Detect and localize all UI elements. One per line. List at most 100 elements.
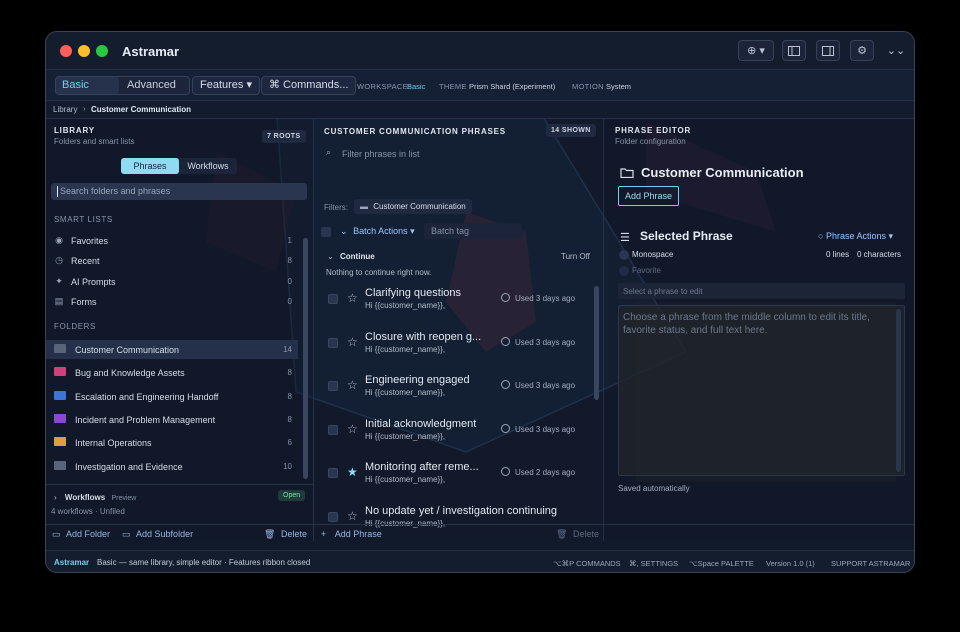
star-icon[interactable]: ☆ — [347, 336, 358, 348]
folder-label: Escalation and Engineering Handoff — [75, 391, 219, 402]
favorite-toggle[interactable] — [619, 266, 629, 276]
toggle-right-sidebar-button[interactable] — [816, 40, 840, 61]
folder-count: 8 — [287, 414, 292, 424]
star-icon[interactable]: ☆ — [347, 423, 358, 435]
support-link[interactable]: SUPPORT ASTRAMAR — [831, 559, 910, 568]
minimize-window-button[interactable] — [78, 45, 90, 57]
batch-tag-field[interactable]: Batch tag — [424, 223, 522, 239]
phrase-actions-label: Phrase Actions — [825, 231, 886, 241]
phrase-actions-button[interactable]: ○ Phrase Actions ▾ — [818, 231, 893, 242]
editor-heading: PHRASE EDITOR — [615, 126, 692, 135]
add-menu-button[interactable]: ⊕ ▾ — [738, 40, 774, 61]
star-icon[interactable]: ☆ — [347, 510, 358, 522]
phrase-checkbox[interactable] — [328, 337, 338, 348]
palette-shortcut[interactable]: ⌥Space PALETTE — [689, 559, 754, 568]
workflows-expander[interactable]: › Workflows Preview — [54, 493, 136, 502]
phrase-title-field[interactable]: Select a phrase to edit — [618, 283, 905, 299]
star-icon[interactable]: ☆ — [347, 292, 358, 304]
add-subfolder-button[interactable]: ▭ Add Subfolder — [122, 529, 193, 549]
star-icon[interactable]: ☆ — [347, 379, 358, 391]
settings-button[interactable]: ⚙ — [850, 40, 874, 61]
phrases-scrollbar[interactable] — [594, 286, 599, 400]
turn-off-button[interactable]: Turn Off — [561, 252, 590, 261]
monospace-toggle[interactable] — [619, 250, 629, 260]
smart-list-recent[interactable]: ◷ Recent 8 — [46, 252, 298, 270]
status-brand: Astramar — [54, 558, 90, 567]
tab-workflows[interactable]: Workflows — [179, 158, 237, 174]
more-menu-button[interactable]: ⌄⌄ — [884, 40, 908, 61]
smart-list-forms[interactable]: ▤ Forms 0 — [46, 293, 298, 311]
breadcrumb-current: Customer Communication — [91, 105, 192, 114]
selected-phrase-title: Selected Phrase — [640, 229, 733, 243]
phrase-checkbox[interactable] — [328, 468, 338, 479]
library-search-field[interactable]: Search folders and phrases — [51, 183, 307, 200]
chevron-down-icon[interactable]: ⌄ — [327, 252, 334, 261]
folder-plus-icon: ▭ — [52, 529, 61, 539]
phrase-row[interactable]: ☆ Initial acknowledgment Hi {{customer_nam… — [324, 410, 590, 454]
phrase-row[interactable]: ★ Monitoring after reme... Hi {{customer_n… — [324, 453, 590, 497]
batch-actions-button[interactable]: ⌄ Batch Actions ▾ — [340, 226, 415, 237]
phrase-row[interactable]: ☆ Clarifying questions Hi {{customer_name}… — [324, 279, 590, 323]
motion-label: MOTION — [572, 82, 604, 91]
mode-advanced-tab[interactable]: Advanced — [121, 77, 189, 94]
select-all-checkbox[interactable] — [321, 227, 331, 237]
folder-item[interactable]: Customer Communication 14 — [46, 340, 298, 359]
delete-folder-button[interactable]: 🗑 Delete — [264, 529, 307, 549]
library-scrollbar[interactable] — [303, 238, 308, 479]
clock-icon — [501, 293, 510, 302]
status-bar: Astramar Basic — same library, simple ed… — [46, 550, 914, 572]
motion-value: System — [606, 82, 632, 91]
folder-item[interactable]: Incident and Problem Management 8 — [46, 410, 298, 429]
add-phrase-button[interactable]: Add Phrase — [618, 186, 679, 206]
filter-chip-folder[interactable]: ▬ Customer Communication — [354, 199, 472, 214]
features-menu-button[interactable]: Features ▾ — [192, 76, 261, 95]
mode-basic-tab[interactable]: Basic — [56, 77, 119, 94]
tab-phrases[interactable]: Phrases — [121, 158, 179, 174]
smart-list-favorites[interactable]: ◉ Favorites 1 — [46, 232, 298, 250]
phrase-checkbox[interactable] — [328, 381, 338, 392]
star-icon[interactable]: ★ — [347, 466, 358, 478]
delete-phrase-button[interactable]: 🗑 Delete — [556, 529, 599, 549]
close-window-button[interactable] — [60, 45, 72, 57]
breadcrumb: Library › Customer Communication — [46, 101, 914, 119]
add-folder-button[interactable]: ▭ Add Folder — [52, 529, 110, 549]
phrase-checkbox[interactable] — [328, 512, 338, 522]
smart-list-ai-prompts[interactable]: ✦ AI Prompts 0 — [46, 273, 298, 291]
phrase-used-time: Used 3 days ago — [515, 294, 576, 303]
phrase-snippet: Hi {{customer_name}}, — [365, 388, 446, 398]
phrase-snippet: Hi {{customer_name}}, — [365, 431, 446, 441]
editor-scrollbar[interactable] — [896, 309, 901, 472]
phrase-checkbox[interactable] — [328, 424, 338, 435]
mode-segmented-control: Basic Advanced — [55, 76, 190, 95]
chevron-right-icon: › — [54, 493, 57, 502]
folder-item[interactable]: Escalation and Engineering Handoff 8 — [46, 387, 298, 406]
workflows-open-badge[interactable]: Open — [278, 490, 306, 501]
commands-button[interactable]: ⌘ Commands... — [261, 76, 357, 95]
sidebar-right-icon — [822, 45, 834, 56]
commands-shortcut[interactable]: ⌥⌘P COMMANDS — [553, 559, 621, 568]
folder-item[interactable]: Investigation and Evidence 10 — [46, 457, 298, 476]
add-phrase-footer-button[interactable]: + Add Phrase — [321, 529, 382, 549]
mode-ribbon: Basic Advanced Features ▾ ⌘ Commands... … — [46, 70, 914, 101]
trash-icon: 🗑 — [264, 529, 276, 539]
add-circle-icon: ⊕ ▾ — [747, 45, 765, 57]
phrase-row[interactable]: ☆ Closure with reopen g... Hi {{customer_n… — [324, 323, 590, 367]
folder-icon — [620, 168, 634, 178]
phrase-row[interactable]: ☆ Engineering engaged Hi {{customer_name}}… — [324, 366, 590, 410]
zoom-window-button[interactable] — [96, 45, 108, 57]
phrase-body-placeholder[interactable]: Choose a phrase from the middle column t… — [623, 311, 895, 337]
breadcrumb-root[interactable]: Library — [53, 105, 77, 114]
folder-item[interactable]: Internal Operations 6 — [46, 433, 298, 452]
phrase-filter-placeholder[interactable]: Filter phrases in list — [342, 149, 420, 159]
chevron-down-icon: ⌄⌄ — [886, 45, 906, 57]
library-search-placeholder[interactable]: Search folders and phrases — [60, 186, 170, 196]
folder-item[interactable]: Bug and Knowledge Assets 8 — [46, 363, 298, 382]
phrase-body-editor[interactable]: Choose a phrase from the middle column t… — [618, 305, 905, 476]
phrase-checkbox[interactable] — [328, 294, 338, 304]
toggle-left-sidebar-button[interactable] — [782, 40, 806, 61]
folder-icon — [54, 437, 66, 447]
folder-icon — [54, 390, 66, 400]
settings-shortcut[interactable]: ⌘, SETTINGS — [629, 559, 678, 568]
folder-icon: ▬ — [360, 202, 368, 211]
phrase-filter-field[interactable]: ⌕ Filter phrases in list — [322, 146, 596, 162]
